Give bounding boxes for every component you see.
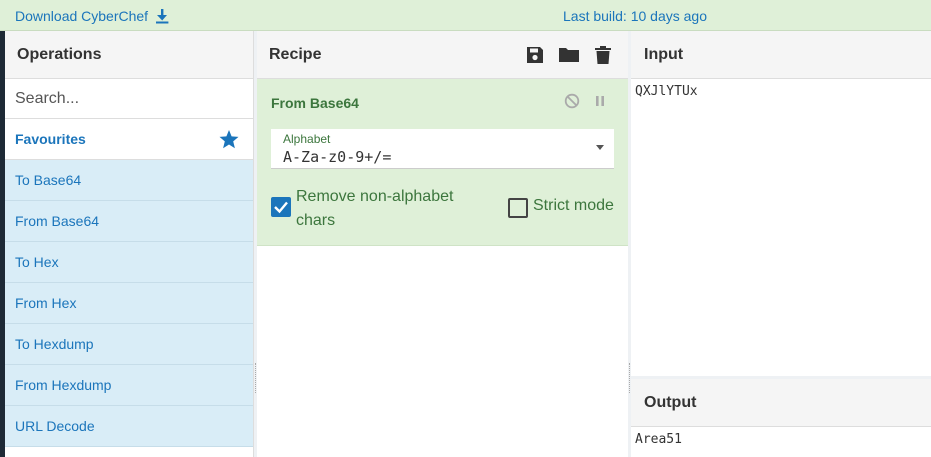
disable-icon[interactable] xyxy=(564,93,580,109)
output-textarea[interactable]: Area51 xyxy=(635,432,682,447)
strict-mode-label: Strict mode xyxy=(533,197,614,214)
checkmark-icon xyxy=(274,201,288,214)
chevron-down-icon xyxy=(596,145,604,150)
op-from-hex[interactable]: From Hex xyxy=(5,283,253,324)
recipe-title: Recipe xyxy=(269,45,322,63)
remove-non-alphabet-label: Remove non-alphabet chars xyxy=(296,188,454,229)
breakpoint-icon[interactable] xyxy=(592,93,608,109)
recipe-operation-from-base64[interactable]: From Base64 Alphabet A-Za-z0-9+/= Remove… xyxy=(257,79,628,246)
op-to-hex[interactable]: To Hex xyxy=(5,242,253,283)
save-icon[interactable] xyxy=(524,44,546,66)
download-label: Download CyberChef xyxy=(15,8,149,24)
input-textarea[interactable]: QXJlYTUx xyxy=(635,84,698,99)
download-cyberchef-link[interactable]: Download CyberChef xyxy=(15,8,170,24)
alphabet-label: Alphabet xyxy=(283,132,331,146)
output-title: Output xyxy=(631,379,931,427)
output-section: Output Area51 xyxy=(631,379,931,457)
last-build-text: Last build: 10 days ago xyxy=(563,8,707,24)
favourites-label: Favourites xyxy=(15,131,86,147)
trash-icon[interactable] xyxy=(592,44,614,66)
download-icon xyxy=(156,9,169,24)
op-url-decode[interactable]: URL Decode xyxy=(5,406,253,447)
favourites-category[interactable]: Favourites xyxy=(5,119,253,160)
recipe-panel: Recipe From Base64 Alphabet A-Za-z0-9+/=… xyxy=(257,31,628,457)
op-to-base64[interactable]: To Base64 xyxy=(5,160,253,201)
operations-title: Operations xyxy=(5,31,253,79)
recipe-header: Recipe xyxy=(257,31,628,79)
star-icon xyxy=(219,129,239,148)
op-from-base64[interactable]: From Base64 xyxy=(5,201,253,242)
io-panel: Input QXJlYTUx Output Area51 xyxy=(631,31,931,457)
search-input[interactable] xyxy=(5,79,253,119)
input-title: Input xyxy=(631,31,931,79)
remove-non-alphabet-checkbox[interactable] xyxy=(271,197,291,217)
top-bar: Download CyberChef Last build: 10 days a… xyxy=(0,0,931,31)
alphabet-value: A-Za-z0-9+/= xyxy=(283,148,392,166)
strict-mode-checkbox[interactable] xyxy=(508,198,528,218)
operation-title: From Base64 xyxy=(271,95,359,111)
operations-panel: Operations Favourites To Base64 From Bas… xyxy=(0,31,254,457)
folder-icon[interactable] xyxy=(558,44,580,66)
op-from-hexdump[interactable]: From Hexdump xyxy=(5,365,253,406)
op-to-hexdump[interactable]: To Hexdump xyxy=(5,324,253,365)
alphabet-select[interactable]: Alphabet A-Za-z0-9+/= xyxy=(271,129,614,169)
